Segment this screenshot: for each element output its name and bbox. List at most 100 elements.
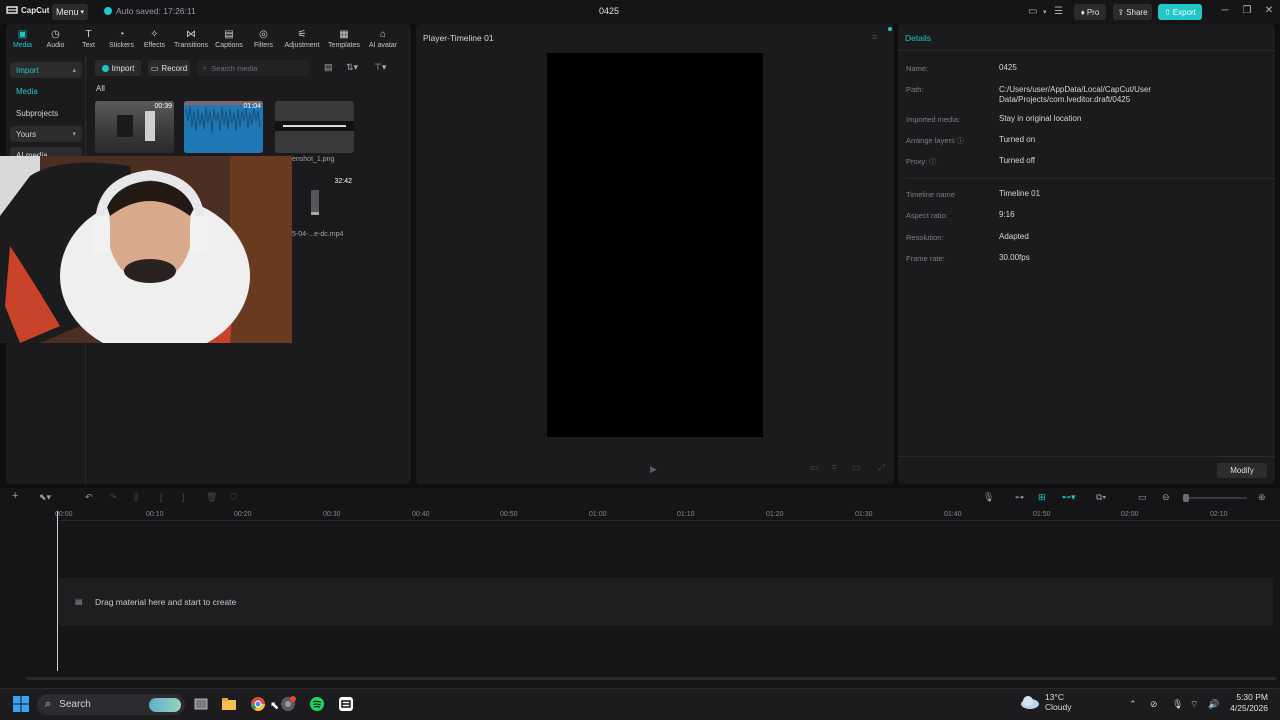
link-icon[interactable]: ⊶ bbox=[1015, 492, 1024, 503]
chevron-down-icon[interactable]: ▾ bbox=[1043, 8, 1047, 16]
sort-icon[interactable]: ⇅▾ bbox=[346, 62, 358, 73]
tab-captions[interactable]: ▤ Captions bbox=[211, 24, 247, 52]
crop-icon[interactable]: ⌗ bbox=[832, 462, 837, 473]
weather-widget[interactable]: 13°C Cloudy bbox=[1020, 692, 1071, 712]
import-icon bbox=[101, 64, 109, 72]
play-icon[interactable]: ▶ bbox=[650, 464, 657, 475]
tab-ai-avatar[interactable]: ⌂ AI avatar bbox=[364, 24, 402, 52]
caption-icon[interactable]: ▭ bbox=[1138, 492, 1147, 503]
shortcuts-icon[interactable]: ☰ bbox=[1054, 6, 1063, 17]
info-icon[interactable]: ⓘ bbox=[929, 159, 936, 166]
templates-icon: ▦ bbox=[339, 29, 349, 40]
share-button[interactable]: ⇪ Share bbox=[1113, 4, 1152, 20]
nav-subprojects[interactable]: Subprojects bbox=[10, 105, 82, 121]
fullscreen-icon[interactable]: ⤢ bbox=[878, 462, 885, 473]
ruler-label: 00:20 bbox=[234, 511, 252, 518]
record-label: Record bbox=[161, 63, 188, 73]
tab-filters[interactable]: ◎ Filters bbox=[247, 24, 280, 52]
timeline-scrollbar[interactable] bbox=[26, 677, 1276, 680]
media-duration: 00:39 bbox=[154, 103, 172, 110]
chevron-up-icon[interactable]: ⌃ bbox=[1129, 699, 1137, 710]
record-button[interactable]: ▭ Record bbox=[148, 60, 190, 76]
ruler-label: 02:00 bbox=[1121, 511, 1139, 518]
view-toggle-icon[interactable]: ▤ bbox=[324, 62, 333, 73]
info-icon[interactable]: ⓘ bbox=[957, 138, 964, 145]
split-right-icon[interactable]: ] bbox=[182, 492, 185, 502]
import-button[interactable]: Import bbox=[95, 60, 141, 76]
preview-axis-icon[interactable]: ⧉▾ bbox=[1096, 492, 1106, 503]
tab-label: Effects bbox=[143, 42, 166, 49]
export-button[interactable]: ⇧ Export bbox=[1158, 4, 1202, 20]
tab-text[interactable]: T Text bbox=[72, 24, 105, 52]
shield-icon[interactable]: ⛉ bbox=[230, 492, 237, 503]
undo-icon[interactable]: ↶ bbox=[85, 492, 93, 503]
minimize-icon[interactable]: ─ bbox=[1218, 5, 1232, 16]
filter-icon[interactable]: ⊤▾ bbox=[374, 62, 386, 73]
snap-icon[interactable]: ⊷▾ bbox=[1062, 492, 1076, 503]
clock-time: 5:30 PM bbox=[1236, 692, 1268, 702]
export-label: Export bbox=[1172, 7, 1196, 17]
filter-all-label[interactable]: All bbox=[96, 84, 105, 93]
tab-effects[interactable]: ✧ Effects bbox=[138, 24, 171, 52]
tab-media[interactable]: ▣ Media bbox=[6, 24, 39, 52]
tab-transitions[interactable]: ⋈ Transitions bbox=[171, 24, 211, 52]
player-menu-icon[interactable]: ≡ bbox=[872, 32, 877, 42]
media-item[interactable]: 00:39 bbox=[95, 101, 174, 153]
wifi-icon[interactable]: ⌔ bbox=[1190, 699, 1198, 710]
taskbar-search[interactable]: ⌕ Search bbox=[37, 694, 185, 715]
search-media-field[interactable]: ⌕ Search media bbox=[197, 60, 309, 76]
file-explorer-icon[interactable] bbox=[221, 696, 239, 712]
tab-adjustment[interactable]: ⚟ Adjustment bbox=[280, 24, 324, 52]
windows-start-icon[interactable] bbox=[13, 696, 29, 712]
add-track-icon[interactable]: + bbox=[12, 490, 18, 502]
layout-icon[interactable]: ▭ bbox=[1028, 6, 1037, 17]
taskbar-clock[interactable]: 5:30 PM 4/25/2026 bbox=[1222, 692, 1268, 714]
tab-audio[interactable]: ◷ Audio bbox=[39, 24, 72, 52]
nav-import[interactable]: Import ▴ bbox=[10, 62, 82, 78]
zoom-out-icon[interactable]: ⊖ bbox=[1162, 492, 1170, 503]
restore-icon[interactable]: ❐ bbox=[1240, 5, 1254, 16]
volume-icon[interactable]: 🔊 bbox=[1208, 699, 1219, 710]
zoom-slider[interactable] bbox=[1183, 497, 1247, 499]
preview-quality-icon[interactable]: ▭ bbox=[810, 462, 819, 473]
redo-icon[interactable]: ↷ bbox=[109, 492, 117, 503]
network-off-icon[interactable]: ⊘ bbox=[1150, 699, 1158, 710]
tab-stickers[interactable]: ◔ Stickers bbox=[105, 24, 138, 52]
modify-button[interactable]: Modify bbox=[1217, 463, 1267, 478]
thumbnail-shape bbox=[117, 115, 133, 137]
filters-icon: ◎ bbox=[259, 29, 268, 40]
nav-label: Subprojects bbox=[16, 108, 59, 118]
tool-tabs: ▣ Media ◷ Audio T Text ◔ Stickers ✧ Effe… bbox=[6, 24, 411, 52]
split-left-icon[interactable]: [ bbox=[160, 492, 163, 502]
tab-label: Audio bbox=[46, 42, 65, 49]
pro-button[interactable]: ♦ Pro bbox=[1074, 4, 1106, 20]
zoom-slider-handle[interactable] bbox=[1183, 494, 1189, 502]
nav-yours[interactable]: Yours ▾ bbox=[10, 126, 82, 142]
nav-media[interactable]: Media bbox=[10, 83, 82, 99]
media-item[interactable]: 01:04 bbox=[184, 101, 263, 153]
capcut-taskbar-icon[interactable] bbox=[338, 696, 356, 712]
player-preview[interactable] bbox=[547, 53, 763, 437]
spotify-icon[interactable] bbox=[309, 696, 327, 712]
task-view-icon[interactable] bbox=[193, 696, 211, 712]
main-track[interactable] bbox=[58, 578, 1273, 626]
chrome-icon[interactable] bbox=[250, 696, 268, 712]
audio-icon: ◷ bbox=[51, 29, 60, 40]
ruler-label: 01:10 bbox=[677, 511, 695, 518]
delete-icon[interactable]: 🗑 bbox=[206, 492, 217, 503]
ratio-icon[interactable]: ▭ bbox=[852, 462, 861, 473]
tab-templates[interactable]: ▦ Templates bbox=[324, 24, 364, 52]
thumbnail-shape bbox=[311, 212, 319, 215]
select-tool-icon[interactable]: ⬉▾ bbox=[39, 492, 51, 503]
close-icon[interactable]: ✕ bbox=[1262, 5, 1276, 16]
media-item[interactable] bbox=[275, 101, 354, 153]
chrome-profile-icon[interactable] bbox=[280, 696, 298, 712]
split-icon[interactable]: ⫼ bbox=[134, 492, 138, 503]
microphone-icon[interactable]: 🎙 bbox=[983, 492, 994, 503]
detail-label: Aspect ratio: bbox=[906, 211, 948, 220]
ruler-label: 00:10 bbox=[146, 511, 164, 518]
microphone-icon[interactable]: 🎙 bbox=[1172, 699, 1183, 710]
magnet-icon[interactable]: ⊞ bbox=[1038, 492, 1046, 503]
zoom-in-icon[interactable]: ⊕ bbox=[1258, 492, 1266, 503]
windows-logo bbox=[13, 696, 29, 712]
